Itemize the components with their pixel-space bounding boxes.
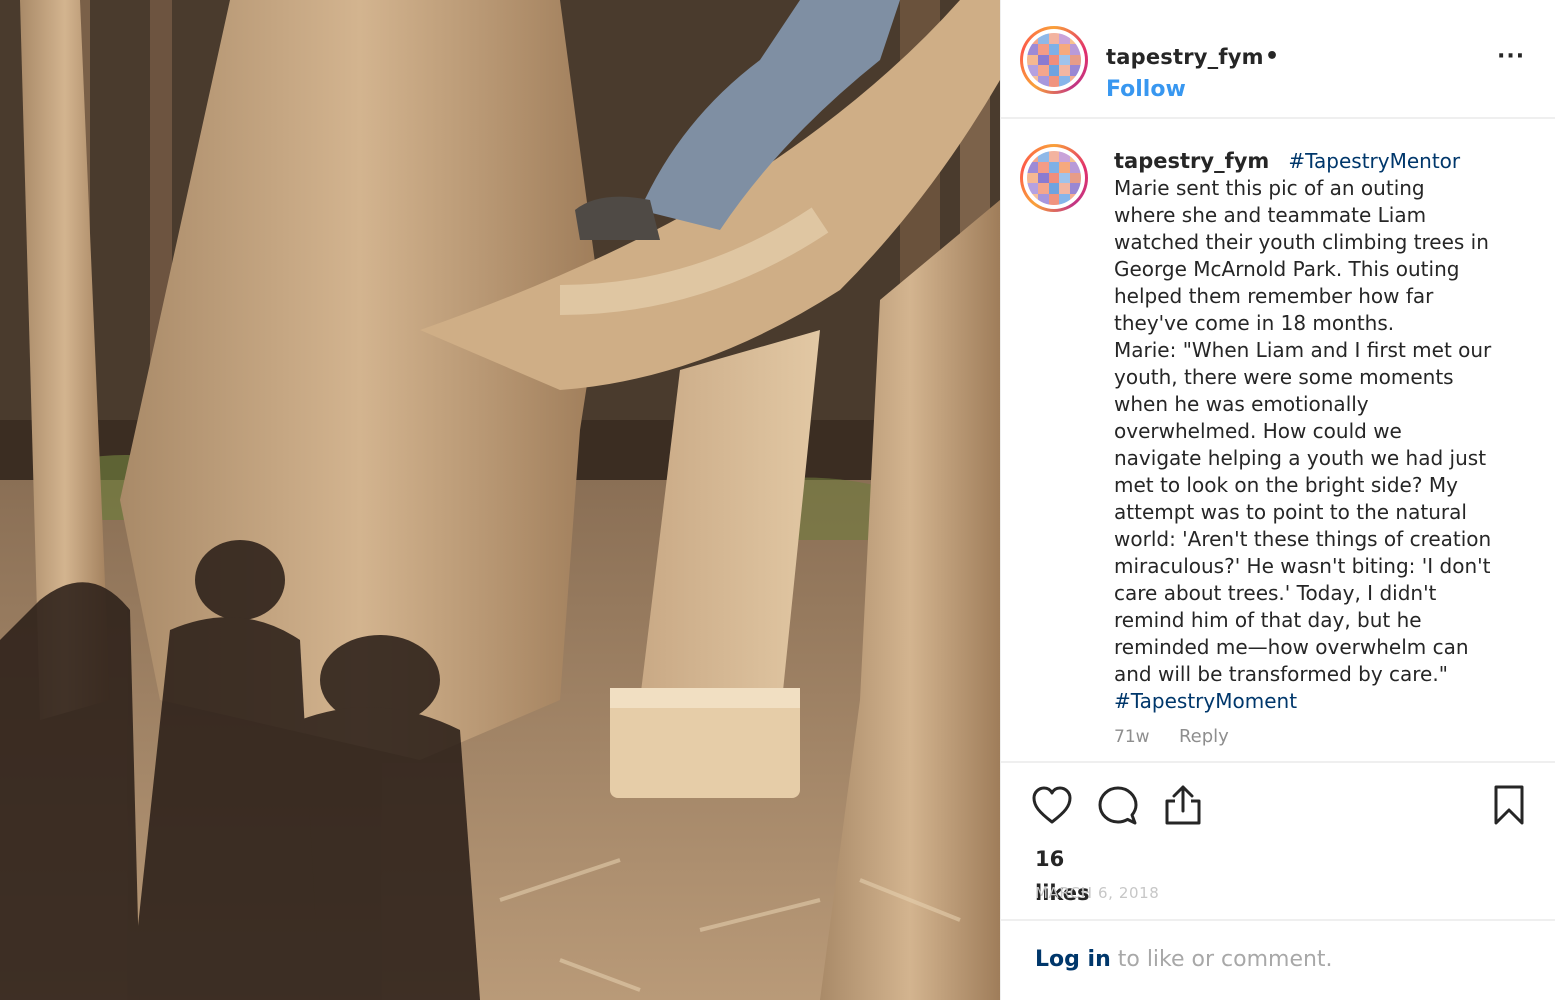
caption-line: met to look on the bright side? My [1114, 473, 1458, 497]
header-separator-dot: • [1265, 44, 1280, 69]
caption-line: remind him of that day, but he [1114, 608, 1422, 632]
post-photo[interactable] [0, 0, 1000, 1000]
caption-header-line: tapestry_fym #TapestryMentor [1114, 148, 1534, 175]
caption-line: world: 'Aren't these things of creation [1114, 527, 1492, 551]
caption-avatar[interactable] [1020, 144, 1088, 212]
follow-button[interactable]: Follow [1106, 77, 1186, 102]
caption-username[interactable]: tapestry_fym [1114, 149, 1269, 173]
caption-line: and will be transformed by care." [1114, 662, 1448, 686]
caption-line: overwhelmed. How could we [1114, 419, 1402, 443]
avatar-image [1027, 151, 1081, 205]
caption-line: Marie sent this pic of an outing [1114, 176, 1425, 200]
photo-illustration [0, 0, 1000, 1000]
heart-icon[interactable] [1031, 785, 1073, 825]
caption-line: reminded me—how overwhelm can [1114, 635, 1469, 659]
post-caption: tapestry_fym #TapestryMentor Marie sent … [1114, 148, 1534, 715]
post-age[interactable]: 71w [1114, 727, 1150, 747]
header-avatar[interactable] [1020, 26, 1088, 94]
comment-icon[interactable] [1097, 785, 1139, 827]
avatar-image [1027, 33, 1081, 87]
caption-line: Marie: "When Liam and I first met our [1114, 338, 1492, 362]
share-icon[interactable] [1163, 783, 1203, 827]
caption-line: helped them remember how far [1114, 284, 1434, 308]
login-link[interactable]: Log in [1035, 947, 1111, 972]
caption-line: they've come in 18 months. [1114, 311, 1395, 335]
hashtag-link[interactable]: #TapestryMentor [1288, 149, 1460, 173]
divider [1000, 761, 1555, 763]
caption-line: when he was emotionally [1114, 392, 1369, 416]
caption-line: care about trees.' Today, I didn't [1114, 581, 1437, 605]
hashtag-link[interactable]: #TapestryMoment [1114, 688, 1534, 715]
reply-button[interactable]: Reply [1179, 726, 1229, 747]
caption-line: George McArnold Park. This outing [1114, 257, 1460, 281]
header-username[interactable]: tapestry_fym [1106, 45, 1264, 69]
login-suffix: to like or comment. [1110, 947, 1333, 972]
login-prompt: Log in to like or comment. [1035, 947, 1333, 972]
divider [1000, 919, 1555, 921]
bookmark-icon[interactable] [1492, 784, 1526, 826]
caption-line: where she and teammate Liam [1114, 203, 1427, 227]
more-options-icon[interactable]: ··· [1497, 44, 1525, 69]
caption-line: navigate helping a youth we had just [1114, 446, 1487, 470]
caption-meta: 71w Reply [1114, 726, 1229, 747]
caption-line: attempt was to point to the natural [1114, 500, 1467, 524]
likes-number: 16 [1035, 847, 1065, 871]
caption-line: youth, there were some moments [1114, 365, 1454, 389]
post-date[interactable]: MARCH 6, 2018 [1035, 884, 1159, 902]
divider [1000, 117, 1555, 119]
caption-line: miraculous?' He wasn't biting: 'I don't [1114, 554, 1491, 578]
caption-line: watched their youth climbing trees in [1114, 230, 1489, 254]
